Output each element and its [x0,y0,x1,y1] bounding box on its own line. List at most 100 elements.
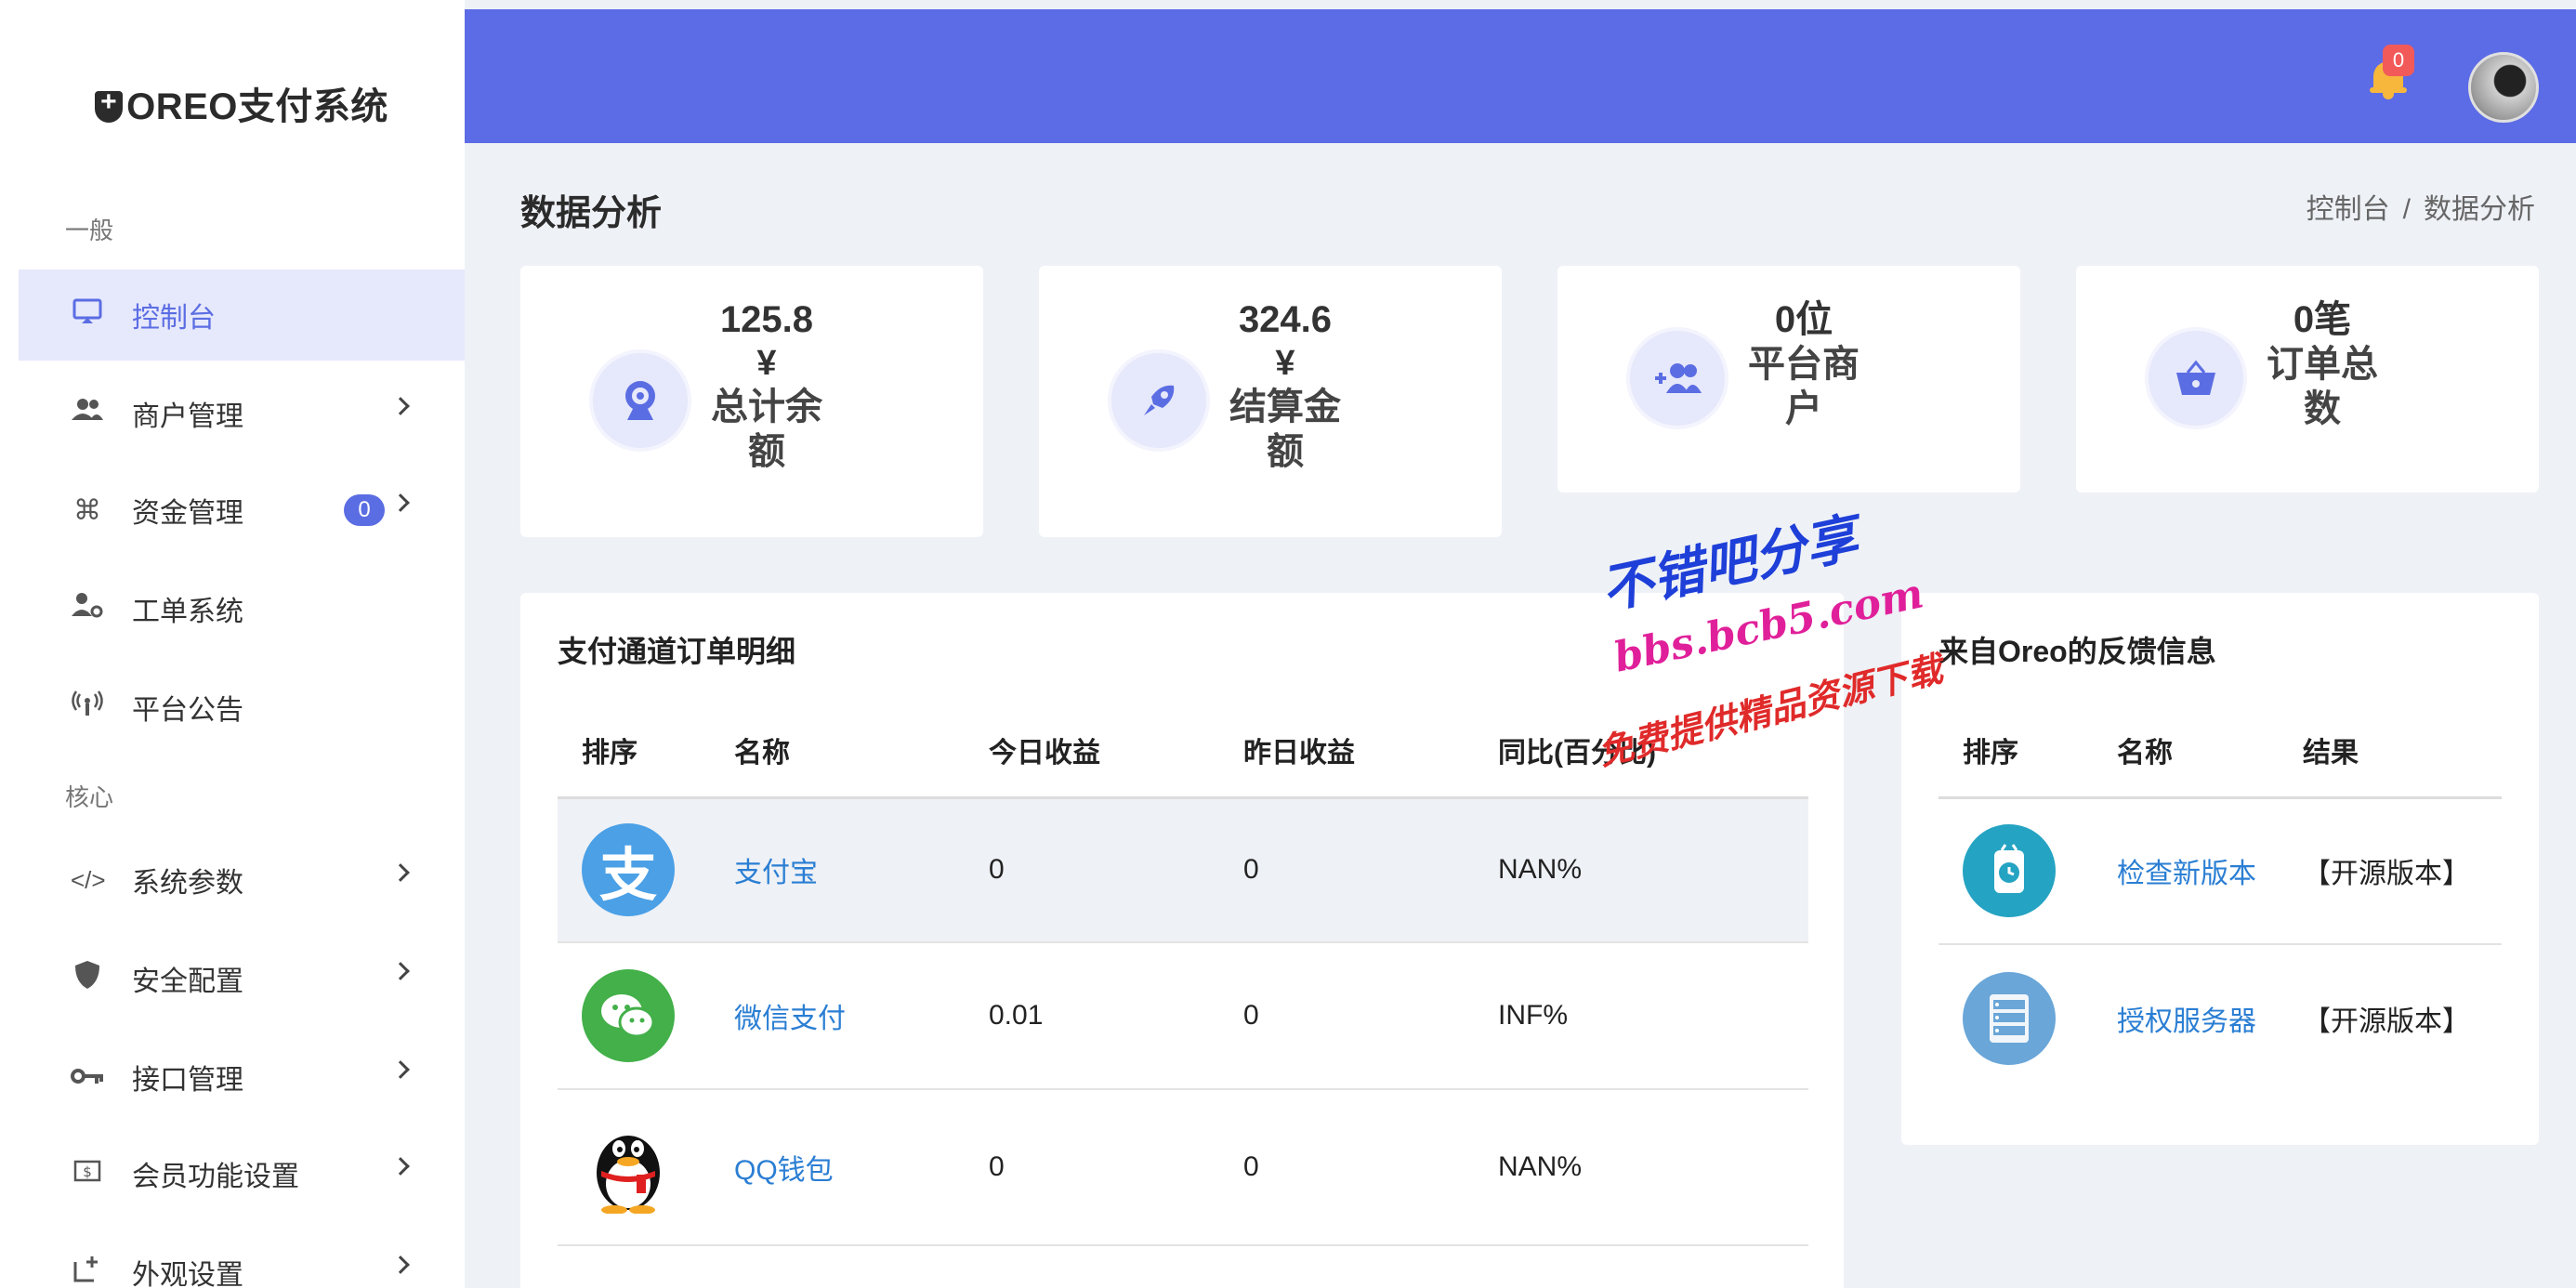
webcam-icon [593,353,688,448]
chevron-right-icon [391,493,410,512]
table-row: 授权服务器 【开源版本】 [1939,944,2502,1091]
table-header-row: 排序 名称 结果 [1939,704,2502,799]
today-value: 0.01 [965,942,1219,1090]
sidebar-item-tickets[interactable]: 工单系统 [19,563,465,654]
breadcrumb-current: 数据分析 [2424,194,2535,225]
stat-value: 0位 [1774,299,1833,340]
top-header: 0 [465,9,2576,143]
sidebar-item-label: 资金管理 [132,498,243,529]
dollar-icon: $ [71,1158,104,1189]
chevron-right-icon [391,397,410,415]
brand-logo[interactable]: OREO支付系统 [19,76,465,130]
alipay-logo: 支 [582,823,675,917]
sidebar-item-label: 系统参数 [132,868,243,899]
section-label-core: 核心 [65,783,114,811]
sidebar: OREO支付系统 一般 控制台 商户管理 ⌘ 资金管理 0 工单系统 平台公告 … [19,9,465,1288]
breadcrumb-home[interactable]: 控制台 [2307,194,2390,225]
column-header: 同比(百分比) [1474,704,1808,799]
sidebar-item-system-params[interactable]: </> 系统参数 [19,835,465,926]
channel-link-wechat[interactable]: 微信支付 [734,1004,846,1034]
notification-badge: 0 [2383,45,2414,76]
yesterday-value: 0 [1219,1089,1474,1246]
stat-label: 结算金额 [1229,387,1341,472]
user-gear-icon [71,592,104,625]
code-icon: </> [71,865,106,894]
sidebar-item-dashboard[interactable]: 控制台 [19,269,465,361]
table-row: 检查新版本 【开源版本】 [1939,797,2502,945]
column-header: 排序 [558,704,710,799]
avatar[interactable] [2468,52,2539,123]
shield-icon [71,960,104,997]
stat-card-merchants: 0位 平台商户 [1557,266,2020,493]
chevron-right-icon [391,1255,410,1274]
channel-link-qq[interactable]: QQ钱包 [734,1155,834,1186]
sidebar-item-label: 外观设置 [132,1260,243,1288]
breadcrumb-separator: / [2402,194,2411,225]
chevron-right-icon [391,1060,410,1079]
table-row: 微信支付 0.01 0 INF% [558,942,1808,1090]
sidebar-item-membership[interactable]: $ 会员功能设置 [19,1128,465,1219]
stat-value: 324.6 [1238,299,1333,340]
sidebar-item-security[interactable]: 安全配置 [19,933,465,1024]
column-header: 排序 [1939,704,2093,799]
stat-label: 平台商户 [1748,344,1860,429]
broadcast-icon [71,690,104,725]
channel-link-alipay[interactable]: 支付宝 [734,858,818,888]
table-header-row: 排序 名称 今日收益 昨日收益 同比(百分比) [558,704,1808,799]
rocket-icon [1111,353,1206,448]
chevron-right-icon [391,863,410,882]
today-value: 0 [965,797,1219,943]
stat-value: 125.8 [719,299,814,340]
table-row: QQ钱包 0 0 NAN% [558,1089,1808,1246]
panel-title: 支付通道订单明细 [558,635,796,668]
panel-title: 来自Oreo的反馈信息 [1939,635,2216,668]
column-header: 结果 [2279,704,2502,799]
stat-unit: ¥ [756,344,777,383]
basket-icon [2149,331,2243,426]
sidebar-item-label: 控制台 [132,303,216,334]
main-content: 0 数据分析 控制台 / 数据分析 125.8 ¥ 总计余额 324.6 ¥ 结算金… [465,0,2576,1288]
yesterday-value: 0 [1219,942,1474,1090]
section-label-general: 一般 [65,217,114,244]
monitor-icon [71,297,104,333]
sidebar-item-appearance[interactable]: 外观设置 [19,1227,465,1288]
feedback-link-auth-server[interactable]: 授权服务器 [2117,1006,2256,1037]
clock-icon [1963,824,2056,918]
sidebar-item-label: 接口管理 [132,1065,243,1096]
sidebar-item-label: 工单系统 [132,597,243,627]
yesterday-value: 0 [1219,797,1474,943]
page-title: 数据分析 [520,194,663,233]
column-header: 昨日收益 [1219,704,1474,799]
chevron-right-icon [391,962,410,980]
stat-label: 订单总数 [2267,344,2378,429]
feedback-panel: 来自Oreo的反馈信息 排序 名称 结果 检查新版本 【开源版本】 授权服务器 … [1901,593,2539,1145]
stat-card-orders: 0笔 订单总数 [2076,266,2539,493]
sidebar-item-label: 会员功能设置 [132,1162,299,1192]
stat-card-balance: 125.8 ¥ 总计余额 [520,266,983,537]
column-header: 名称 [2093,704,2279,799]
feedback-result: 【开源版本】 [2279,797,2502,945]
sidebar-item-merchants[interactable]: 商户管理 [19,368,465,459]
today-value: 0 [965,1089,1219,1246]
wechat-logo [582,969,675,1062]
column-header: 今日收益 [965,704,1219,799]
sidebar-item-label: 商户管理 [132,401,243,432]
sidebar-item-funds[interactable]: ⌘ 资金管理 0 [19,465,465,556]
sidebar-item-api[interactable]: 接口管理 [19,1032,465,1123]
column-header: 名称 [710,704,965,799]
funds-badge: 0 [344,494,385,526]
chevron-right-icon [391,1157,410,1176]
stat-label: 总计余额 [711,387,822,472]
feedback-result: 【开源版本】 [2303,1005,2470,1037]
sidebar-item-announcements[interactable]: 平台公告 [19,662,465,753]
layout-icon [71,1255,104,1288]
feedback-link-check-version[interactable]: 检查新版本 [2117,859,2256,889]
qq-logo [582,1121,675,1214]
sidebar-item-label: 平台公告 [132,695,243,726]
users-icon [71,398,104,429]
table-row: 支 支付宝 0 0 NAN% [558,797,1808,943]
brand-icon [95,86,124,123]
ratio-value: NAN% [1474,1089,1808,1246]
add-users-icon [1630,331,1725,426]
ratio-value: NAN% [1474,797,1808,943]
